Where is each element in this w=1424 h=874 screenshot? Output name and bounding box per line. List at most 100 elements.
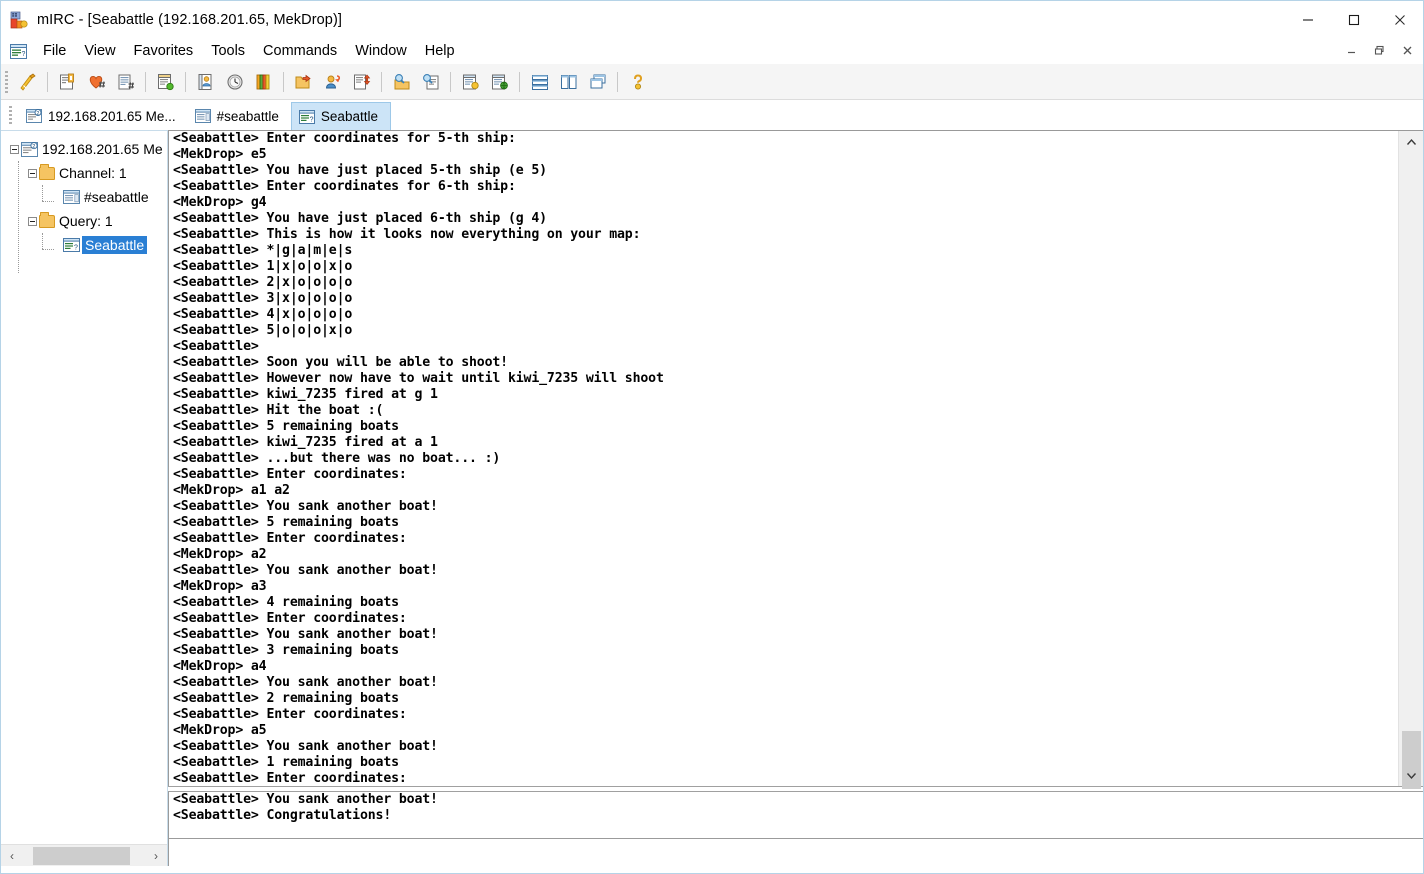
history-clock-icon[interactable]	[220, 68, 249, 96]
mirc-logo-icon	[10, 11, 28, 29]
menu-tools[interactable]: Tools	[202, 41, 254, 62]
chat-log-text: <Seabattle> Enter coordinates for 5-th s…	[173, 131, 664, 786]
svg-text:2: 2	[36, 111, 39, 117]
menu-window[interactable]: Window	[346, 41, 416, 62]
scroll-right-arrow-icon[interactable]: ›	[145, 845, 167, 867]
window-tree-sidebar: 2 192.168.201.65 Me Channel: 1 #seabattl…	[1, 130, 168, 866]
dcc-send-icon[interactable]	[347, 68, 376, 96]
toolbar-separator	[185, 71, 186, 92]
tab-label: Seabattle	[320, 109, 378, 124]
tree-connector	[42, 249, 54, 250]
menu-help[interactable]: Help	[416, 41, 464, 62]
chat-log-bottom-text: <Seabattle> You sank another boat! <Seab…	[173, 792, 438, 823]
toolbar-separator	[47, 71, 48, 92]
svg-text:2: 2	[32, 144, 35, 150]
open-folder-icon[interactable]	[289, 68, 318, 96]
tree-item-status-server[interactable]: 2 192.168.201.65 Me	[1, 137, 167, 161]
folder-icon	[39, 211, 55, 228]
tree-item-label: Seabattle	[82, 236, 148, 254]
chat-log-bottom[interactable]: <Seabattle> You sank another boat! <Seab…	[168, 792, 1423, 838]
toolbar-grip[interactable]	[5, 70, 8, 93]
dcc-get-folder-icon[interactable]	[387, 68, 416, 96]
tree-item-query-folder[interactable]: Query: 1	[1, 209, 167, 233]
window-controls	[1285, 1, 1423, 38]
mdi-minimize-button[interactable]	[1337, 39, 1365, 61]
hscroll-thumb[interactable]	[33, 846, 130, 865]
sidebar-horizontal-scrollbar[interactable]: ‹ ›	[1, 844, 167, 866]
folder-icon	[39, 163, 55, 180]
message-input[interactable]	[168, 839, 1423, 866]
scroll-down-arrow-icon[interactable]	[1399, 764, 1423, 786]
mdi-child-window-controls	[1337, 39, 1421, 61]
tabbar-grip[interactable]	[9, 106, 12, 126]
tile-horizontal-icon[interactable]	[525, 68, 554, 96]
window-title: mIRC - [Seabattle (192.168.201.65, MekDr…	[37, 11, 343, 28]
tree-expander-icon[interactable]	[25, 209, 39, 233]
toolbar-separator	[450, 71, 451, 92]
toolbar-separator	[617, 71, 618, 92]
toolbar-separator	[283, 71, 284, 92]
query-window-seabattle: <Seabattle> Enter coordinates for 5-th s…	[168, 130, 1423, 866]
query-window-icon: ?	[63, 238, 80, 252]
tab-label: 192.168.201.65 Me...	[48, 108, 176, 124]
svg-text:?: ?	[310, 116, 314, 123]
options-icon[interactable]	[53, 68, 82, 96]
tree-item-channel-seabattle[interactable]: #seabattle	[1, 185, 167, 209]
menu-favorites[interactable]: Favorites	[125, 41, 203, 62]
mirc-main-window: mIRC - [Seabattle (192.168.201.65, MekDr…	[0, 0, 1424, 874]
tab-status-window[interactable]: 2 192.168.201.65 Me...	[19, 102, 188, 130]
channel-window-icon	[194, 109, 211, 123]
toolbar	[1, 64, 1423, 100]
tree-item-label: Query: 1	[59, 213, 113, 229]
main-content: 2 192.168.201.65 Me Channel: 1 #seabattl…	[1, 130, 1423, 866]
toolbar-separator	[519, 71, 520, 92]
window-tabbar: 2 192.168.201.65 Me... #seabattle ? Seab…	[1, 100, 1423, 130]
user-central-icon[interactable]	[318, 68, 347, 96]
mdi-close-button[interactable]	[1393, 39, 1421, 61]
favorites-heart-icon[interactable]	[82, 68, 111, 96]
tile-vertical-icon[interactable]	[554, 68, 583, 96]
svg-text:?: ?	[74, 244, 78, 251]
message-input-row	[168, 838, 1423, 866]
tree-connector	[42, 185, 43, 201]
toolbar-separator	[381, 71, 382, 92]
maximize-button[interactable]	[1331, 1, 1377, 38]
tree-connector	[42, 201, 54, 202]
tab-channel-seabattle[interactable]: #seabattle	[188, 102, 291, 130]
script-editor-icon[interactable]	[456, 68, 485, 96]
tree-expander-icon[interactable]	[7, 137, 21, 161]
channel-central-icon[interactable]	[151, 68, 180, 96]
minimize-button[interactable]	[1285, 1, 1331, 38]
menu-file[interactable]: File	[34, 41, 75, 62]
toolbar-separator	[145, 71, 146, 92]
tree-item-label: 192.168.201.65 Me	[42, 141, 163, 157]
notify-list-icon[interactable]	[249, 68, 278, 96]
tree-item-query-seabattle[interactable]: ? Seabattle	[1, 233, 167, 257]
scroll-up-arrow-icon[interactable]	[1399, 131, 1423, 153]
hscroll-track[interactable]	[23, 845, 145, 867]
connect-lightning-icon[interactable]	[13, 68, 42, 96]
chat-vertical-scrollbar[interactable]	[1398, 131, 1423, 789]
tree-connector	[18, 161, 19, 273]
channel-window-icon	[63, 190, 80, 204]
tab-query-seabattle[interactable]: ? Seabattle	[290, 102, 391, 130]
mdi-restore-button[interactable]	[1365, 39, 1393, 61]
menu-view[interactable]: View	[75, 41, 124, 62]
server-window-icon: ?	[10, 43, 27, 59]
menubar: ? File View Favorites Tools Commands Win…	[1, 38, 1423, 64]
tree-item-channel-folder[interactable]: Channel: 1	[1, 161, 167, 185]
dcc-chat-find-icon[interactable]	[416, 68, 445, 96]
scroll-left-arrow-icon[interactable]: ‹	[1, 845, 23, 867]
help-question-icon[interactable]	[623, 68, 652, 96]
svg-text:?: ?	[22, 51, 26, 58]
channels-list-icon[interactable]	[111, 68, 140, 96]
chat-log-main[interactable]: <Seabattle> Enter coordinates for 5-th s…	[168, 131, 1398, 786]
url-list-icon[interactable]	[485, 68, 514, 96]
address-book-icon[interactable]	[191, 68, 220, 96]
status-window-icon: 2	[26, 109, 42, 123]
tree-expander-icon[interactable]	[25, 161, 39, 185]
tree-item-label: Channel: 1	[59, 165, 127, 181]
cascade-windows-icon[interactable]	[583, 68, 612, 96]
menu-commands[interactable]: Commands	[254, 41, 346, 62]
close-button[interactable]	[1377, 1, 1423, 38]
